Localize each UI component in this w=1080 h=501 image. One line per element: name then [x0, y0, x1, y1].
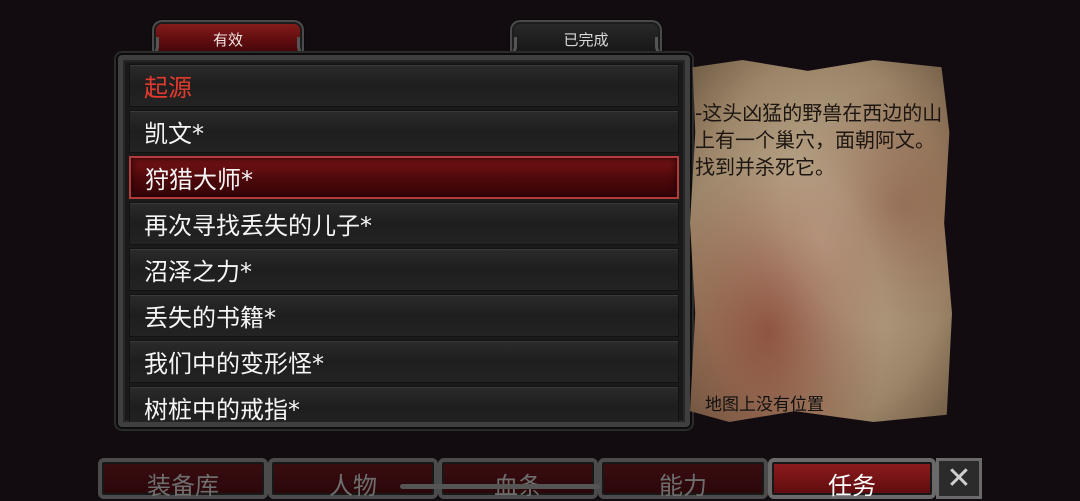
quest-item[interactable]: 再次寻找丢失的儿子*	[129, 202, 679, 245]
tab-active[interactable]: 有效	[138, 20, 318, 58]
home-indicator	[400, 484, 600, 489]
quest-label: 树桩中的戒指*	[144, 396, 300, 424]
quest-label: 狩猎大师*	[145, 166, 253, 194]
quest-item[interactable]: 树桩中的戒指*	[129, 386, 679, 424]
quest-description: -这头凶猛的野兽在西边的山上有一个巢穴，面朝阿文。 找到并杀死它。	[695, 101, 943, 179]
quest-list-panel: 起源 凯文* 狩猎大师* 再次寻找丢失的儿子* 沼泽之力* 丢失的书籍* 我们中…	[116, 53, 692, 429]
quest-item[interactable]: 沼泽之力*	[129, 248, 679, 291]
quest-location-note: 地图上没有位置	[705, 395, 824, 415]
nav-inventory-button[interactable]: 装备库	[98, 458, 268, 500]
quest-label: 我们中的变形怪*	[144, 350, 324, 378]
quest-item-selected[interactable]: 狩猎大师*	[129, 156, 679, 199]
nav-bloodline-button[interactable]: 血条	[438, 458, 598, 500]
nav-quests-label: 任务	[828, 472, 876, 500]
quest-category-header: 起源	[129, 64, 679, 107]
tab-completed-label: 已完成	[563, 30, 609, 49]
nav-abilities-button[interactable]: 能力	[598, 458, 768, 500]
quest-item[interactable]: 丢失的书籍*	[129, 294, 679, 337]
quest-label: 起源	[144, 74, 192, 102]
quest-label: 丢失的书籍*	[144, 304, 276, 332]
nav-abilities-label: 能力	[659, 472, 707, 500]
nav-character-button[interactable]: 人物	[268, 458, 438, 500]
close-icon: ✕	[946, 461, 972, 496]
bottom-nav: 装备库 人物 血条 能力 任务 ✕	[98, 458, 982, 500]
quest-label: 凯文*	[144, 120, 204, 148]
tab-completed[interactable]: 已完成	[496, 20, 676, 58]
quest-detail-parchment: -这头凶猛的野兽在西边的山上有一个巢穴，面朝阿文。 找到并杀死它。 地图上没有位…	[690, 60, 952, 422]
quest-item[interactable]: 我们中的变形怪*	[129, 340, 679, 383]
quest-label: 再次寻找丢失的儿子*	[144, 212, 372, 240]
nav-character-label: 人物	[329, 472, 377, 500]
quest-item[interactable]: 凯文*	[129, 110, 679, 153]
quest-list[interactable]: 起源 凯文* 狩猎大师* 再次寻找丢失的儿子* 沼泽之力* 丢失的书籍* 我们中…	[129, 64, 679, 422]
tab-active-label: 有效	[212, 30, 243, 49]
quest-label: 沼泽之力*	[144, 258, 252, 286]
nav-inventory-label: 装备库	[147, 472, 219, 500]
close-button[interactable]: ✕	[936, 458, 982, 499]
nav-quests-button[interactable]: 任务	[768, 458, 936, 500]
